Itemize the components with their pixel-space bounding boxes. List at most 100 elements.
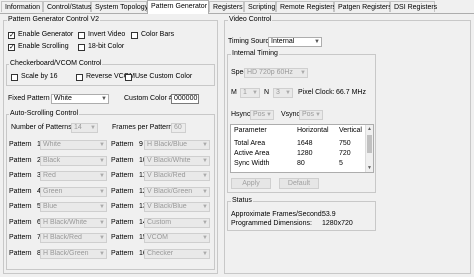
apply-button[interactable]: Apply	[231, 178, 271, 189]
pattern-row-label: Pattern	[111, 187, 134, 195]
table-header-parameter: Parameter	[234, 127, 267, 134]
chevron-down-icon: ▼	[99, 250, 105, 257]
scrollbar-thumb[interactable]	[367, 135, 372, 153]
n-label: N	[264, 89, 270, 96]
n-value: 3	[276, 89, 280, 96]
table-cell: 80	[297, 160, 305, 167]
tab-remote-registers[interactable]: Remote Registers	[276, 1, 336, 12]
pattern-select[interactable]: VCOM ▼	[144, 233, 210, 243]
m-value: 1	[243, 89, 247, 96]
tab-system-topology[interactable]: System Topology	[91, 1, 148, 12]
chevron-down-icon: ▼	[99, 188, 105, 195]
18bit-color-checkbox[interactable]	[78, 44, 85, 51]
fixed-pattern-select[interactable]: White ▼	[51, 94, 109, 104]
vsync-select[interactable]: Pos ▼	[299, 110, 323, 120]
scale-by-16-label: Scale by 16	[21, 73, 58, 80]
pattern-select[interactable]: H Black/Red ▼	[40, 233, 107, 243]
pattern-select-value: Checker	[147, 249, 174, 257]
pattern-select[interactable]: H Black/Green ▼	[40, 248, 107, 259]
pattern-select[interactable]: Black ▼	[40, 155, 107, 166]
pattern-select[interactable]: V Black/Blue ▼	[144, 202, 210, 212]
pattern-select[interactable]: H Black/White ▼	[40, 217, 107, 228]
scroll-up-icon[interactable]: ▲	[366, 126, 373, 132]
pattern-select-value: VCOM	[147, 234, 168, 241]
tab-pattern-generator[interactable]: Pattern Generator	[147, 0, 209, 14]
pattern-select-value: Black	[43, 156, 61, 164]
custom-color-label: Custom Color #	[124, 95, 173, 102]
pattern-select[interactable]: H Black/Blue ▼	[144, 140, 210, 150]
chevron-down-icon: ▼	[99, 142, 105, 148]
chevron-down-icon: ▼	[99, 235, 105, 241]
chevron-down-icon: ▼	[202, 250, 208, 257]
tab-information[interactable]: Information	[1, 1, 43, 12]
number-of-patterns-select[interactable]: 14 ▼	[71, 123, 98, 133]
pattern-select-value: V Black/Blue	[147, 203, 187, 210]
frames-per-second-label: Approximate Frames/Second:	[231, 211, 324, 218]
n-select[interactable]: 3 ▼	[273, 88, 293, 98]
pattern-select[interactable]: V Black/Green ▼	[144, 186, 210, 197]
invert-video-checkbox[interactable]	[78, 32, 85, 39]
enable-scrolling-label: Enable Scrolling	[18, 43, 69, 50]
vsync-label: Vsync	[281, 111, 301, 118]
pattern-select-value: H Black/Red	[43, 234, 82, 241]
use-custom-color-checkbox[interactable]	[125, 74, 132, 81]
chevron-down-icon: ▼	[101, 96, 107, 102]
pattern-select[interactable]: Green ▼	[40, 186, 107, 197]
chevron-down-icon: ▼	[252, 90, 258, 96]
enable-generator-label: Enable Generator	[18, 31, 74, 38]
tab-patgen-registers[interactable]: Patgen Registers	[334, 1, 392, 12]
pattern-select[interactable]: Checker ▼	[144, 248, 210, 259]
default-button[interactable]: Default	[279, 178, 319, 189]
pattern-select-value: V Black/Red	[147, 172, 186, 179]
pattern-row-label: Pattern	[111, 156, 134, 164]
table-row-label: Sync Width	[234, 160, 270, 167]
pattern-select-value: H Black/White	[43, 218, 87, 226]
m-select[interactable]: 1 ▼	[240, 88, 260, 98]
number-of-patterns-label: Number of Patterns	[11, 124, 72, 131]
color-bars-label: Color Bars	[141, 31, 175, 38]
spec-select[interactable]: HD 720p 60Hz ▼	[244, 68, 308, 78]
tab-control-status[interactable]: Control/Status	[43, 1, 91, 12]
chevron-down-icon: ▼	[99, 204, 105, 210]
table-cell: 1648	[297, 140, 313, 147]
programmed-dimensions-label: Programmed Dimensions:	[231, 220, 312, 227]
scale-by-16-checkbox[interactable]	[11, 74, 18, 81]
tab-registers[interactable]: Registers	[209, 1, 244, 12]
hsync-label: Hsync	[231, 111, 251, 118]
custom-color-input[interactable]: 000000	[171, 94, 199, 104]
status-title: Status	[231, 197, 253, 204]
enable-generator-checkbox[interactable]	[8, 31, 15, 40]
frames-per-pattern-input[interactable]: 60	[171, 123, 186, 133]
m-label: M	[231, 89, 237, 96]
chevron-down-icon: ▼	[315, 112, 321, 118]
enable-scrolling-checkbox[interactable]	[8, 43, 15, 52]
scroll-down-icon[interactable]: ▼	[366, 165, 373, 171]
fixed-pattern-label: Fixed Pattern	[8, 95, 50, 102]
pattern-select[interactable]: V Black/White ▼	[144, 155, 210, 166]
fixed-pattern-value: White	[54, 95, 72, 102]
color-bars-checkbox[interactable]	[131, 32, 138, 39]
pattern-select[interactable]: White ▼	[40, 140, 107, 150]
chevron-down-icon: ▼	[99, 157, 105, 164]
pattern-select-value: V Black/Green	[147, 187, 193, 195]
timing-source-label: Timing Source	[228, 38, 273, 45]
table-row-label: Total Area	[234, 140, 266, 147]
pattern-select[interactable]: Blue ▼	[40, 202, 107, 212]
tab-dsi-registers[interactable]: DSI Registers	[390, 1, 437, 12]
tab-scripting[interactable]: Scripting	[244, 1, 276, 12]
pattern-select[interactable]: Custom ▼	[144, 217, 210, 228]
pattern-row-label: Pattern	[111, 203, 134, 210]
reverse-vcom-checkbox[interactable]	[76, 74, 83, 81]
pattern-select-value: H Black/Blue	[147, 141, 188, 148]
chevron-down-icon: ▼	[202, 173, 208, 179]
pattern-row-label: Pattern	[111, 172, 134, 179]
timing-source-select[interactable]: Internal ▼	[268, 37, 322, 47]
table-scrollbar[interactable]: ▲ ▼	[365, 125, 373, 172]
pattern-select[interactable]: V Black/Red ▼	[144, 171, 210, 181]
spec-value: HD 720p 60Hz	[247, 69, 293, 76]
hsync-select[interactable]: Pos ▼	[250, 110, 274, 120]
pattern-select[interactable]: Red ▼	[40, 171, 107, 181]
pattern-row-label: Pattern	[9, 218, 32, 226]
pattern-select-value: Red	[43, 172, 56, 179]
pattern-row-label: Pattern	[111, 234, 134, 241]
